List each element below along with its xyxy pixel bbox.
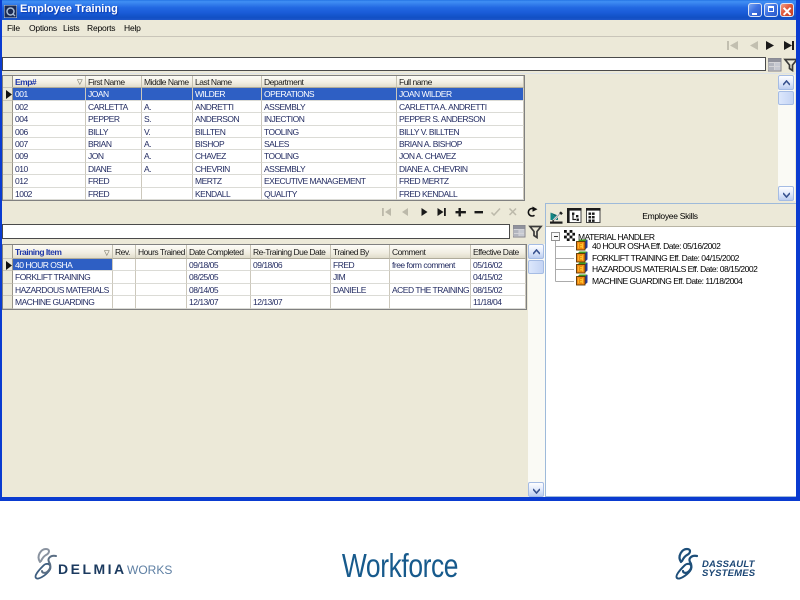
svg-text:WORKS: WORKS xyxy=(127,563,172,577)
svg-text:DELMIA: DELMIA xyxy=(58,561,127,577)
svg-text:SYSTEMES: SYSTEMES xyxy=(702,568,756,579)
